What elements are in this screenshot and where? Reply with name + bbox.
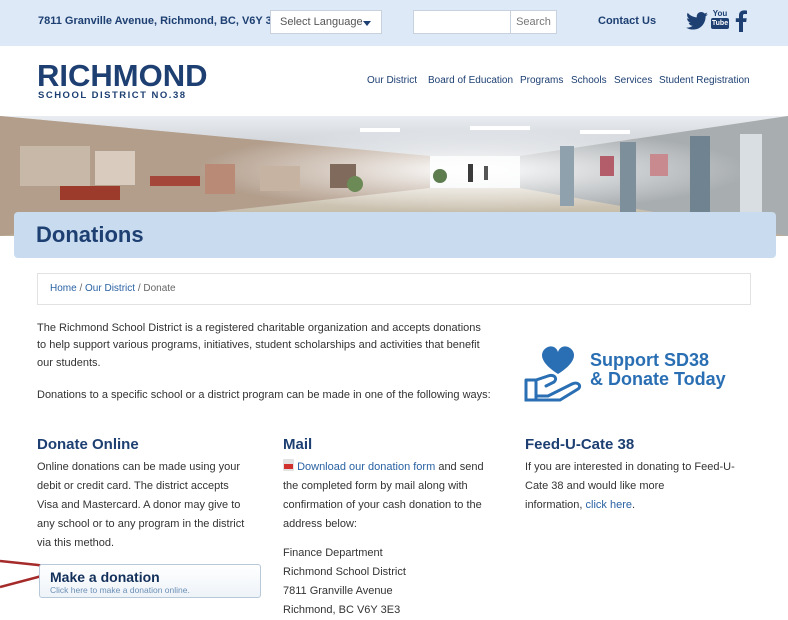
chevron-down-icon [363,21,371,26]
mail-line-1-rest: and send [435,461,484,473]
logo-subtitle: SCHOOL DISTRICT NO.38 [38,90,187,101]
breadcrumb-separator: / [137,283,141,294]
feed-u-cate-heading: Feed-U-Cate 38 [525,436,635,453]
nav-services[interactable]: Services [614,75,652,86]
donate-online-heading: Donate Online [37,436,139,453]
nav-programs[interactable]: Programs [520,75,563,86]
breadcrumb-current: Donate [143,283,176,294]
language-select[interactable]: Select Language [270,10,382,34]
donate-online-line: debit or credit card. The district accep… [37,480,229,492]
support-heading[interactable]: Support SD38 & Donate Today [590,351,726,389]
mail-line: the completed form by mail along with [283,480,468,492]
youtube-icon[interactable]: You Tube [711,9,729,35]
intro-line: to help support various programs, initia… [37,339,480,351]
intro-line: The Richmond School District is a regist… [37,322,481,334]
breadcrumb-our-district[interactable]: Our District [85,283,135,294]
pdf-icon [283,459,294,471]
feed-u-cate-line-3: information, click here. [525,496,635,515]
twitter-icon[interactable] [686,12,708,30]
mail-line: confirmation of your cash donation to th… [283,499,482,511]
feed-u-cate-click-here-link[interactable]: click here [586,499,632,511]
mail-address-line: Richmond School District [283,566,406,578]
logo-wordmark[interactable]: RICHMOND [37,60,208,91]
make-a-donation-title: Make a donation [50,569,160,585]
mail-line: address below: [283,518,357,530]
donate-online-line: Visa and Mastercard. A donor may give to [37,499,241,511]
donate-online-line: any school or to any program in the dist… [37,518,245,530]
top-address: 7811 Granville Avenue, Richmond, BC, V6Y… [38,15,286,27]
support-line-2: & Donate Today [590,369,726,389]
breadcrumb: Home / Our District / Donate [37,273,751,305]
download-donation-form-link[interactable]: Download our donation form [297,461,435,473]
mail-address-line: Finance Department [283,547,383,559]
mail-line-1: Download our donation form and send [283,458,484,477]
donate-online-line: via this method. [37,537,115,549]
make-a-donation-button[interactable]: Make a donation Click here to make a don… [39,564,261,598]
search-input[interactable] [413,10,511,34]
breadcrumb-home[interactable]: Home [50,283,77,294]
youtube-icon-top: You [712,9,728,18]
intro-ways: Donations to a specific school or a dist… [37,389,491,401]
search-button[interactable]: Search [511,10,557,34]
nav-our-district[interactable]: Our District [367,75,417,86]
mail-address-line: Richmond, BC V6Y 3E3 [283,604,401,616]
feed-u-cate-line: Cate 38 and would like more [525,480,665,492]
contact-us-link[interactable]: Contact Us [598,15,656,27]
breadcrumb-separator: / [79,283,83,294]
feed-u-cate-line: If you are interested in donating to Fee… [525,461,735,473]
nav-board-of-education[interactable]: Board of Education [428,75,513,86]
page-title: Donations [36,222,144,247]
page-title-band: Donations [14,212,776,258]
feed-u-cate-suffix: . [632,499,636,511]
mail-heading: Mail [283,436,313,453]
top-bar: 7811 Granville Avenue, Richmond, BC, V6Y… [0,0,788,46]
nav-schools[interactable]: Schools [571,75,607,86]
youtube-icon-box: Tube [711,18,729,29]
mail-address-line: 7811 Granville Avenue [283,585,393,597]
nav-student-registration[interactable]: Student Registration [659,75,750,86]
feed-u-cate-prefix: information, [525,499,586,511]
language-select-label: Select Language [280,16,363,28]
heart-hand-icon[interactable] [524,342,588,404]
make-a-donation-subtitle: Click here to make a donation online. [50,585,190,595]
support-line-1: Support SD38 [590,350,710,370]
facebook-icon[interactable] [735,10,747,32]
intro-line: our students. [37,357,101,369]
donate-online-line: Online donations can be made using your [37,461,241,473]
